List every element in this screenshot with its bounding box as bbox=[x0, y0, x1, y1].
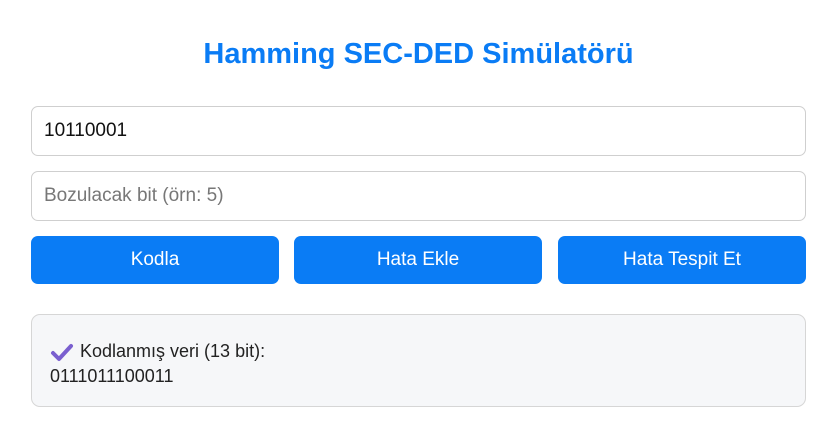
detect-error-button[interactable]: Hata Tespit Et bbox=[558, 236, 806, 284]
encoded-value: 0111011100011 bbox=[50, 366, 174, 386]
encode-button[interactable]: Kodla bbox=[31, 236, 279, 284]
simulator-panel: Hamming SEC-DED Simülatörü Kodla Hata Ek… bbox=[0, 0, 837, 434]
error-bit-input[interactable] bbox=[31, 171, 806, 221]
data-bits-input[interactable] bbox=[31, 106, 806, 156]
result-header: Kodlanmış veri (13 bit): bbox=[50, 339, 787, 364]
inject-error-button[interactable]: Hata Ekle bbox=[294, 236, 542, 284]
result-box: Kodlanmış veri (13 bit): 0111011100011 bbox=[31, 314, 806, 407]
page-title: Hamming SEC-DED Simülatörü bbox=[203, 38, 634, 70]
result-label: Kodlanmış veri (13 bit): bbox=[80, 341, 266, 361]
check-mark-icon bbox=[50, 342, 74, 362]
